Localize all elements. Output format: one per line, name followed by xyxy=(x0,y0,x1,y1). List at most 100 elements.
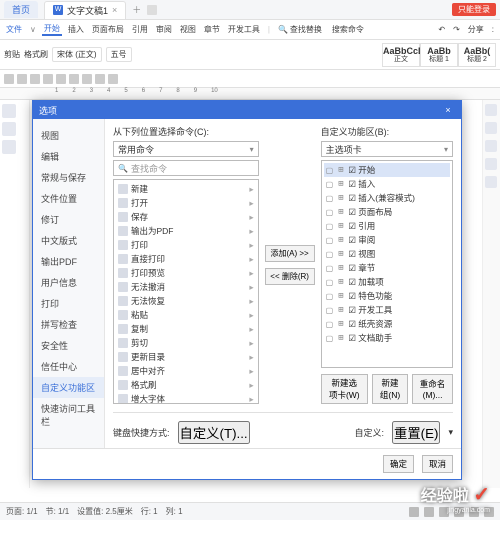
left-dropdown[interactable]: 常用命令 xyxy=(113,141,259,157)
fmt-icon[interactable] xyxy=(108,74,118,84)
dialog-side-item[interactable]: 打印 xyxy=(33,293,104,314)
dialog-side-item[interactable]: 视图 xyxy=(33,125,104,146)
ribbon-tree-item[interactable]: ⊞☑ 纸壳资源 xyxy=(324,317,450,331)
menu-file[interactable]: 文件 xyxy=(4,24,24,35)
fmt-icon[interactable] xyxy=(82,74,92,84)
remove-button[interactable]: << 删除(R) xyxy=(265,268,315,285)
dialog-side-item[interactable]: 用户信息 xyxy=(33,272,104,293)
ribbon-tree-item[interactable]: ⊞☑ 视图 xyxy=(324,247,450,261)
command-item[interactable]: 打开▸ xyxy=(116,196,256,210)
ribbon-tree-item[interactable]: ⊞☑ 文档助手 xyxy=(324,331,450,345)
dialog-side-item[interactable]: 修订 xyxy=(33,209,104,230)
menu-ref[interactable]: 引用 xyxy=(130,24,150,35)
fmt-icon[interactable] xyxy=(69,74,79,84)
style-normal[interactable]: AaBbCcDd正文 xyxy=(382,43,420,67)
menu-find[interactable]: 🔍查找替换 xyxy=(276,24,326,35)
search-input[interactable]: 查找命令 xyxy=(113,160,259,176)
dialog-side-item[interactable]: 输出PDF xyxy=(33,251,104,272)
menu-view[interactable]: 视图 xyxy=(178,24,198,35)
menu-section[interactable]: 章节 xyxy=(202,24,222,35)
ribbon-tree-item[interactable]: ⊞☑ 加载项 xyxy=(324,275,450,289)
right-dropdown[interactable]: 主选项卡 xyxy=(321,141,453,157)
tool-icon[interactable] xyxy=(2,140,16,154)
command-item[interactable]: 粘贴▸ xyxy=(116,308,256,322)
ribbon-tree-item[interactable]: ⊞☑ 章节 xyxy=(324,261,450,275)
menu-insert[interactable]: 插入 xyxy=(66,24,86,35)
font-select[interactable]: 宋体 (正文) xyxy=(52,47,102,62)
menu-dev[interactable]: 开发工具 xyxy=(226,24,262,35)
undo-button[interactable]: ↶ xyxy=(436,25,447,34)
command-item[interactable]: 更新目录▸ xyxy=(116,350,256,364)
ribbon-tree-item[interactable]: ⊞☑ 开发工具 xyxy=(324,303,450,317)
fmt-icon[interactable] xyxy=(95,74,105,84)
add-button[interactable]: 添加(A) >> xyxy=(265,245,315,262)
ok-button[interactable]: 确定 xyxy=(383,455,414,473)
side-icon[interactable] xyxy=(485,176,497,188)
ribbon-tree-item[interactable]: ⊞☑ 引用 xyxy=(324,219,450,233)
view-icon[interactable] xyxy=(409,507,419,517)
command-item[interactable]: 增大字体▸ xyxy=(116,392,256,404)
command-item[interactable]: 剪切▸ xyxy=(116,336,256,350)
ribbon-tree-item[interactable]: ⊞☑ 特色功能 xyxy=(324,289,450,303)
tool-icon[interactable] xyxy=(2,104,16,118)
dialog-side-item[interactable]: 信任中心 xyxy=(33,356,104,377)
tool-icon[interactable] xyxy=(2,122,16,136)
redo-button[interactable]: ↷ xyxy=(451,25,462,34)
help-icon[interactable]: 分享 xyxy=(466,24,486,35)
customize-shortcut-button[interactable]: 自定义(T)... xyxy=(178,421,250,444)
tab-document[interactable]: W 文字文稿1 × xyxy=(44,1,126,19)
dialog-side-item[interactable]: 快速访问工具栏 xyxy=(33,398,104,432)
fmt-icon[interactable] xyxy=(17,74,27,84)
fmt-icon[interactable] xyxy=(56,74,66,84)
dialog-side-item[interactable]: 常规与保存 xyxy=(33,167,104,188)
menu-start[interactable]: 开始 xyxy=(42,23,62,36)
command-item[interactable]: 打印预览▸ xyxy=(116,266,256,280)
size-select[interactable]: 五号 xyxy=(106,47,132,62)
dialog-close-icon[interactable]: × xyxy=(441,105,455,115)
side-icon[interactable] xyxy=(485,158,497,170)
side-icon[interactable] xyxy=(485,104,497,116)
command-item[interactable]: 新建▸ xyxy=(116,182,256,196)
dialog-side-item[interactable]: 编辑 xyxy=(33,146,104,167)
dialog-side-item[interactable]: 自定义功能区 xyxy=(33,377,104,398)
side-icon[interactable] xyxy=(485,140,497,152)
command-item[interactable]: 无法撤消▸ xyxy=(116,280,256,294)
dialog-side-item[interactable]: 拼写检查 xyxy=(33,314,104,335)
rename-button[interactable]: 重命名(M)... xyxy=(412,374,453,404)
ribbon-tree-item[interactable]: ⊞☑ 页面布局 xyxy=(324,205,450,219)
tab-add[interactable]: ＋ xyxy=(132,3,141,16)
menu-layout[interactable]: 页面布局 xyxy=(90,24,126,35)
paste-button[interactable]: 剪贴 xyxy=(4,49,20,60)
new-tab-button[interactable]: 新建选项卡(W) xyxy=(321,374,368,404)
style-h2[interactable]: AaBb(标题 2 xyxy=(458,43,496,67)
tab-home[interactable]: 首页 xyxy=(4,1,38,18)
brush-button[interactable]: 格式刷 xyxy=(24,49,48,60)
command-item[interactable]: 保存▸ xyxy=(116,210,256,224)
menu-review[interactable]: 审阅 xyxy=(154,24,174,35)
command-item[interactable]: 复制▸ xyxy=(116,322,256,336)
cancel-button[interactable]: 取消 xyxy=(422,455,453,473)
command-item[interactable]: 直接打印▸ xyxy=(116,252,256,266)
command-item[interactable]: 打印▸ xyxy=(116,238,256,252)
close-icon[interactable]: × xyxy=(112,5,117,15)
command-item[interactable]: 格式刷▸ xyxy=(116,378,256,392)
ribbon-tree-item[interactable]: ⊞☑ 插入 xyxy=(324,177,450,191)
command-item[interactable]: 输出为PDF▸ xyxy=(116,224,256,238)
reset-button[interactable]: 重置(E) xyxy=(392,421,440,444)
style-h1[interactable]: AaBb标题 1 xyxy=(420,43,458,67)
fmt-icon[interactable] xyxy=(30,74,40,84)
fmt-icon[interactable] xyxy=(43,74,53,84)
commands-listbox[interactable]: 新建▸打开▸保存▸输出为PDF▸打印▸直接打印▸打印预览▸无法撤消▸无法恢复▸粘… xyxy=(113,179,259,404)
login-button[interactable]: 只能登录 xyxy=(452,3,496,16)
dialog-side-item[interactable]: 文件位置 xyxy=(33,188,104,209)
sys-btn-1[interactable] xyxy=(147,5,157,15)
ribbon-tree[interactable]: ⊞☑ 开始⊞☑ 插入⊞☑ 插入(兼容模式)⊞☑ 页面布局⊞☑ 引用⊞☑ 审阅⊞☑… xyxy=(321,160,453,368)
dialog-side-item[interactable]: 中文版式 xyxy=(33,230,104,251)
ribbon-tree-item[interactable]: ⊞☑ 插入(兼容模式) xyxy=(324,191,450,205)
fmt-icon[interactable] xyxy=(4,74,14,84)
ribbon-tree-item[interactable]: ⊞☑ 审阅 xyxy=(324,233,450,247)
menu-search[interactable]: 搜索命令 xyxy=(330,24,366,35)
dialog-side-item[interactable]: 安全性 xyxy=(33,335,104,356)
ribbon-tree-item[interactable]: ⊞☑ 开始 xyxy=(324,163,450,177)
command-item[interactable]: 无法恢复▸ xyxy=(116,294,256,308)
